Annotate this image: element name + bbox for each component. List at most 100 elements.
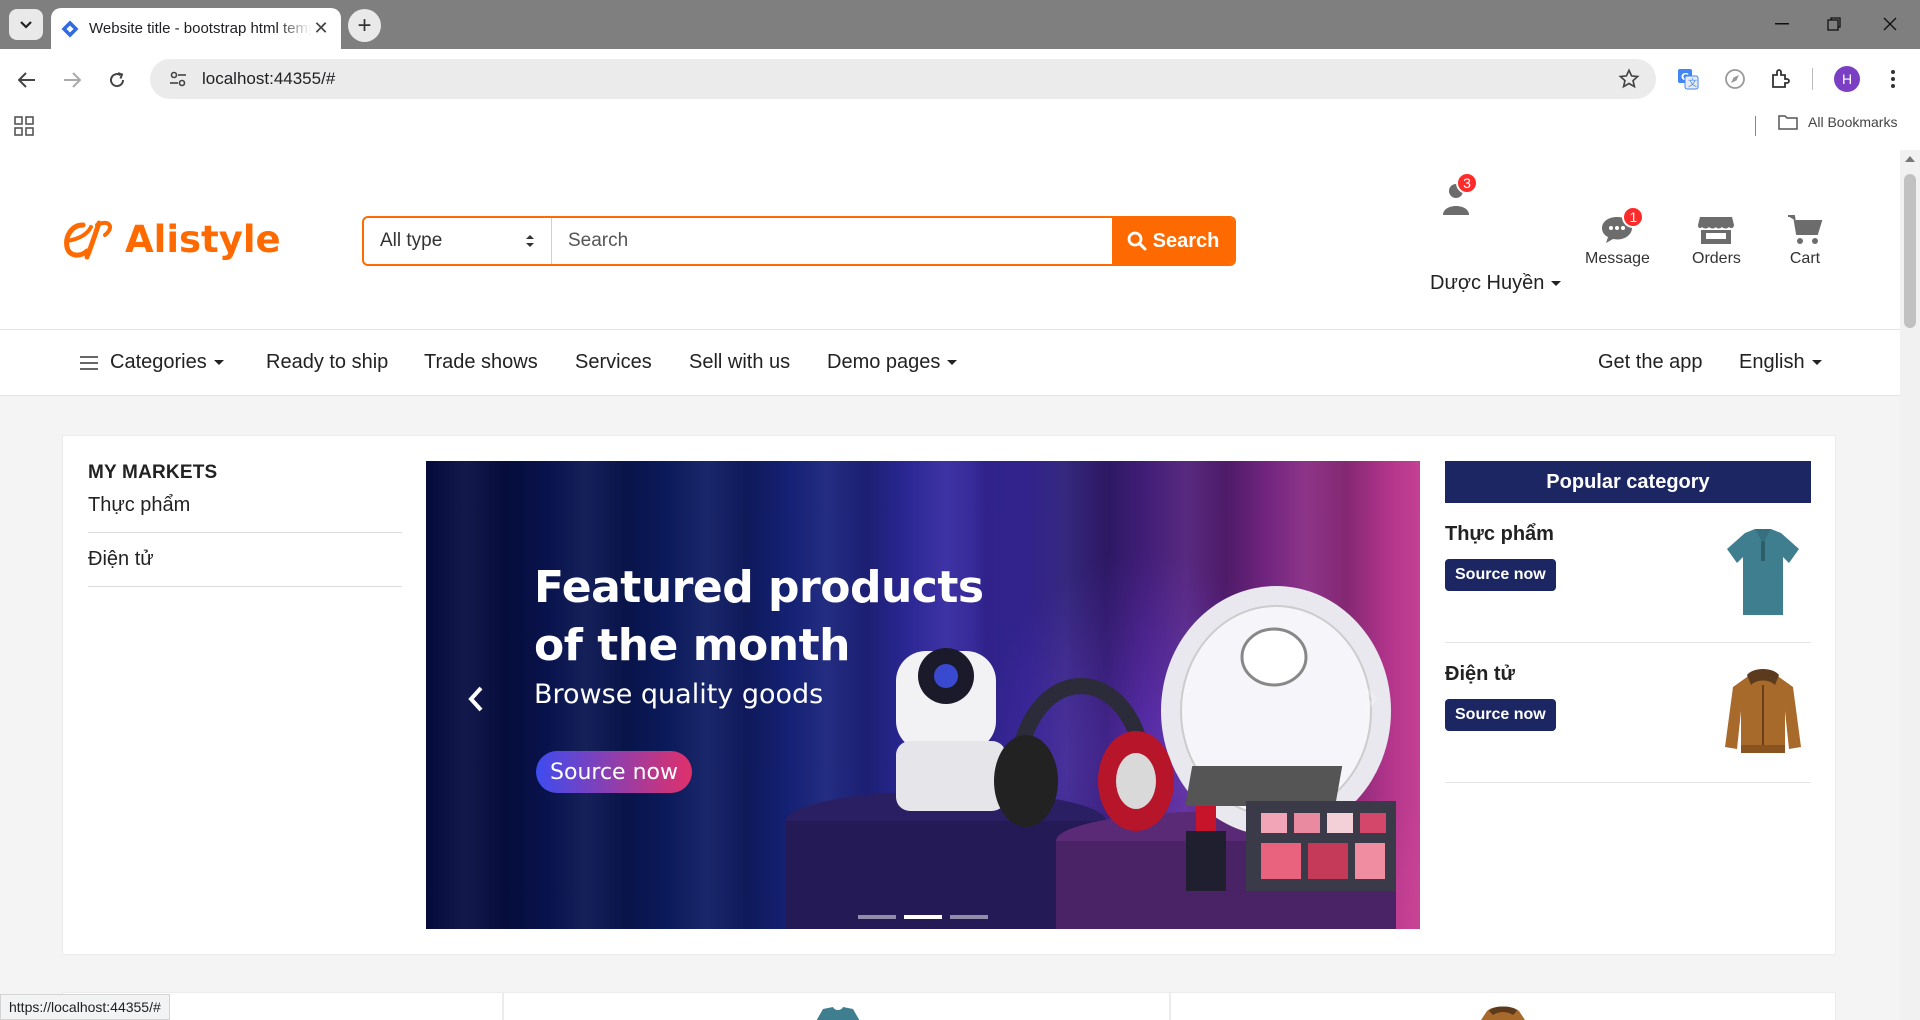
banner-title: Featured products of the month bbox=[534, 562, 984, 671]
nav-services[interactable]: Services bbox=[575, 351, 652, 374]
jacket-image[interactable] bbox=[1723, 667, 1803, 757]
all-bookmarks-button[interactable]: All Bookmarks bbox=[1778, 114, 1897, 130]
nav-ready-to-ship[interactable]: Ready to ship bbox=[266, 351, 388, 374]
search-icon bbox=[1127, 231, 1147, 251]
svg-text:文: 文 bbox=[1688, 77, 1697, 89]
forward-button[interactable] bbox=[55, 63, 89, 97]
carousel-prev-button[interactable] bbox=[464, 679, 488, 719]
search-button[interactable]: Search bbox=[1112, 218, 1234, 264]
site-header: Alistyle All type Search 3 Dược Huyền bbox=[0, 150, 1900, 330]
message-badge: 1 bbox=[1622, 206, 1645, 228]
carousel-next-button[interactable] bbox=[1358, 679, 1382, 719]
demo-pages-label: Demo pages bbox=[827, 351, 941, 373]
tab-title: Website title - bootstrap html template bbox=[89, 20, 311, 37]
carousel-indicator[interactable] bbox=[950, 915, 988, 919]
select-arrows-icon bbox=[526, 235, 534, 247]
minimize-icon[interactable] bbox=[1768, 12, 1796, 36]
bookmarks-divider bbox=[1755, 116, 1756, 136]
compass-extension-icon[interactable] bbox=[1720, 64, 1750, 94]
cart-icon bbox=[1788, 215, 1823, 244]
toolbar-divider bbox=[1812, 68, 1813, 90]
popular-item-title: Điện tử bbox=[1445, 663, 1516, 685]
banner-source-now-button[interactable]: Source now bbox=[536, 751, 692, 793]
url-text: localhost:44355/# bbox=[202, 69, 336, 88]
popular-item-title: Thực phẩm bbox=[1445, 523, 1554, 545]
bookmark-star-icon[interactable] bbox=[1618, 68, 1640, 95]
nav-get-the-app[interactable]: Get the app bbox=[1598, 351, 1703, 374]
site-logo[interactable]: Alistyle bbox=[61, 217, 281, 261]
search-form: All type Search bbox=[362, 216, 1236, 266]
close-window-icon[interactable] bbox=[1876, 12, 1904, 36]
source-now-button[interactable]: Source now bbox=[1445, 559, 1556, 591]
browser-tab[interactable]: Website title - bootstrap html template … bbox=[51, 8, 341, 49]
popular-item: Điện tử Source now bbox=[1445, 643, 1811, 783]
back-button[interactable] bbox=[10, 63, 44, 97]
caret-down-icon bbox=[1551, 281, 1562, 286]
nav-sell-with-us[interactable]: Sell with us bbox=[689, 351, 790, 374]
categories-dropdown[interactable]: Categories bbox=[80, 351, 224, 374]
scroll-up-icon[interactable] bbox=[1905, 156, 1915, 162]
alistyle-logo-icon bbox=[64, 220, 113, 260]
status-bar-url: https://localhost:44355/# bbox=[0, 994, 170, 1020]
message-button[interactable]: 1 Message bbox=[1585, 206, 1650, 268]
user-account-button[interactable]: 3 bbox=[1438, 172, 1478, 218]
source-now-button[interactable]: Source now bbox=[1445, 699, 1556, 731]
demo-pages-dropdown[interactable]: Demo pages bbox=[827, 351, 958, 374]
tab-search-button[interactable] bbox=[9, 9, 43, 40]
folder-icon bbox=[1778, 115, 1798, 130]
browser-menu-icon[interactable] bbox=[1878, 64, 1908, 94]
scrollbar-thumb[interactable] bbox=[1904, 174, 1916, 328]
page-scrollbar[interactable] bbox=[1900, 150, 1920, 1020]
hamburger-icon bbox=[80, 355, 98, 370]
tab-close-icon[interactable]: ✕ bbox=[311, 18, 331, 39]
jacket-image bbox=[1481, 1006, 1525, 1020]
product-card[interactable] bbox=[503, 992, 1170, 1020]
polo-shirt-image[interactable] bbox=[1723, 527, 1803, 617]
apps-grid-icon[interactable] bbox=[14, 116, 34, 141]
popular-category-panel: Popular category Thực phẩm Source now Đi… bbox=[1445, 461, 1811, 783]
nav-trade-shows[interactable]: Trade shows bbox=[424, 351, 538, 374]
popular-category-title: Popular category bbox=[1445, 461, 1811, 503]
web-page: Alistyle All type Search 3 Dược Huyền bbox=[0, 150, 1900, 1020]
product-card[interactable] bbox=[1170, 992, 1836, 1020]
cart-button[interactable]: Cart bbox=[1787, 212, 1823, 268]
restore-icon[interactable] bbox=[1820, 12, 1848, 36]
reload-icon bbox=[110, 72, 125, 88]
new-tab-button[interactable]: + bbox=[348, 9, 381, 42]
address-bar[interactable]: localhost:44355/# bbox=[150, 59, 1656, 99]
store-icon bbox=[1698, 217, 1735, 244]
caret-down-icon bbox=[1811, 360, 1822, 365]
banner-subtitle: Browse quality goods bbox=[534, 679, 824, 710]
main-navbar: Categories Ready to ship Trade shows Ser… bbox=[0, 330, 1900, 396]
chevron-left-icon bbox=[468, 686, 483, 712]
user-name: Dược Huyền bbox=[1430, 272, 1545, 294]
market-item[interactable]: Thực phẩm bbox=[88, 479, 402, 533]
search-button-label: Search bbox=[1152, 229, 1220, 252]
logo-text: Alistyle bbox=[125, 217, 281, 261]
user-name-dropdown[interactable]: Dược Huyền bbox=[1430, 272, 1562, 295]
arrow-right-icon bbox=[64, 72, 81, 88]
site-favicon-icon bbox=[61, 20, 79, 38]
arrow-left-icon bbox=[18, 72, 35, 88]
site-info-icon[interactable] bbox=[158, 59, 198, 99]
caret-down-icon bbox=[947, 360, 958, 365]
search-type-select[interactable]: All type bbox=[364, 218, 552, 264]
popular-item: Thực phẩm Source now bbox=[1445, 503, 1811, 643]
market-item[interactable]: Điện tử bbox=[88, 533, 402, 587]
reload-button[interactable] bbox=[100, 63, 134, 97]
orders-button[interactable]: Orders bbox=[1692, 212, 1741, 268]
carousel-indicators bbox=[858, 915, 988, 919]
translate-icon[interactable]: G文 bbox=[1673, 64, 1703, 94]
extensions-icon[interactable] bbox=[1765, 64, 1795, 94]
carousel-indicator[interactable] bbox=[858, 915, 896, 919]
message-label: Message bbox=[1585, 250, 1650, 267]
search-input[interactable] bbox=[552, 218, 1112, 264]
carousel-indicator-active[interactable] bbox=[904, 915, 942, 919]
user-notification-badge: 3 bbox=[1456, 172, 1478, 194]
browser-toolbar: localhost:44355/# G文 H bbox=[0, 49, 1920, 110]
cart-label: Cart bbox=[1789, 250, 1821, 267]
bottom-product-cards bbox=[62, 992, 1836, 1020]
all-bookmarks-label: All Bookmarks bbox=[1808, 114, 1898, 130]
language-dropdown[interactable]: English bbox=[1739, 351, 1822, 374]
profile-button[interactable]: H bbox=[1832, 64, 1862, 94]
